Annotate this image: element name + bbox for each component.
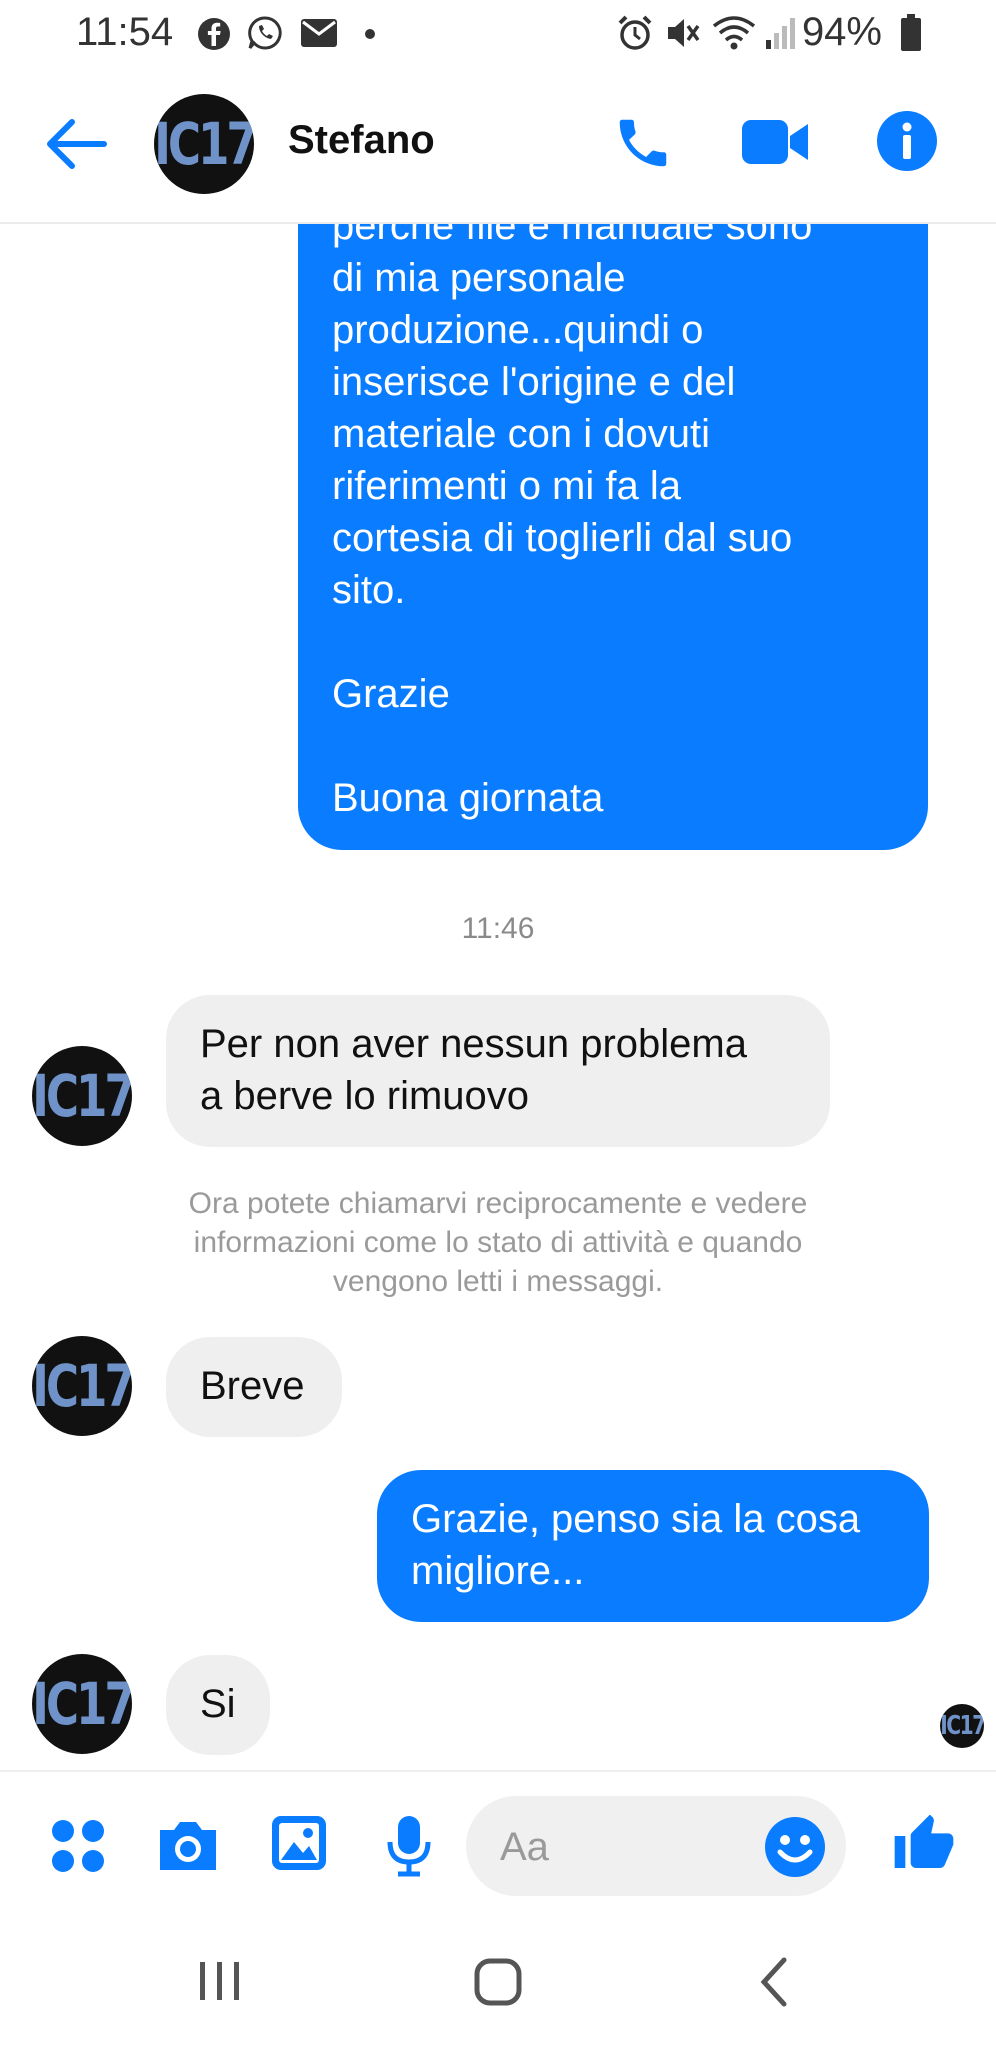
message-line: a berve lo rimuovo (200, 1074, 530, 1118)
message-timestamp: 11:46 (461, 912, 535, 945)
system-note: Ora potete chiamarvi reciprocamente e ve… (188, 1187, 808, 1298)
status-bar: 11:54 94% (0, 0, 996, 72)
battery-percentage: 94% (801, 10, 882, 54)
facebook-icon (198, 18, 230, 50)
message-line: Per non aver nessun problema (200, 1022, 747, 1066)
message-line: Grazie, penso sia la cosa (411, 1497, 861, 1541)
whatsapp-icon (248, 16, 282, 50)
alarm-icon (618, 15, 652, 50)
contact-avatar-small[interactable]: IC17 (32, 1046, 132, 1146)
message-composer (0, 1770, 996, 1922)
contact-avatar[interactable]: IC17 (154, 94, 254, 194)
seen-receipt-avatar: IC17 (940, 1704, 984, 1748)
incoming-message[interactable]: Breve (166, 1337, 342, 1437)
contact-avatar-small[interactable]: IC17 (32, 1654, 132, 1754)
navigation-bar (0, 1920, 996, 2048)
message-line: Si (200, 1682, 236, 1726)
message-line: Breve (200, 1364, 305, 1408)
like-icon[interactable] (892, 1812, 956, 1876)
status-time: 11:54 (76, 10, 174, 54)
battery-icon (901, 14, 921, 51)
message-input[interactable] (498, 1816, 752, 1878)
contact-name[interactable]: Stefano (288, 118, 435, 163)
outgoing-message-long[interactable]: perchè file e manuale sono di mia person… (298, 140, 928, 850)
wifi-icon (712, 16, 756, 50)
incoming-message[interactable]: Per non aver nessun problema a berve lo … (166, 995, 830, 1147)
message-line: produzione...quindi o (332, 308, 704, 352)
home-icon[interactable] (474, 1958, 522, 2006)
message-line: sito. (332, 568, 406, 612)
message-line: Buona giornata (332, 776, 604, 820)
mute-icon (668, 19, 700, 47)
message-line: inserisce l'origine e del (332, 360, 736, 404)
signal-icon (766, 18, 795, 49)
recent-apps-icon[interactable] (196, 1958, 244, 2004)
message-line: cortesia di toglierli dal suo (332, 516, 793, 560)
apps-icon[interactable] (50, 1818, 106, 1874)
message-line: migliore... (411, 1549, 585, 1593)
message-input-container[interactable] (466, 1796, 846, 1896)
microphone-icon[interactable] (384, 1814, 434, 1878)
video-icon[interactable] (740, 116, 810, 168)
outgoing-message[interactable]: Grazie, penso sia la cosa migliore... (377, 1470, 929, 1622)
camera-icon[interactable] (156, 1816, 220, 1874)
dot-icon (365, 29, 375, 39)
message-line: di mia personale (332, 256, 626, 300)
phone-icon[interactable] (612, 112, 674, 174)
chat-header: IC17 Stefano (0, 72, 996, 224)
mail-icon (301, 19, 337, 47)
gallery-icon[interactable] (270, 1814, 328, 1872)
arrow-left-icon[interactable] (42, 112, 110, 176)
message-line: Grazie (332, 672, 450, 716)
message-line: materiale con i dovuti (332, 412, 710, 456)
emoji-icon[interactable] (764, 1816, 826, 1878)
back-icon[interactable] (756, 1956, 792, 2008)
info-icon[interactable] (876, 110, 938, 172)
contact-avatar-small[interactable]: IC17 (32, 1336, 132, 1436)
message-line: riferimenti o mi fa la (332, 464, 681, 508)
incoming-message[interactable]: Si (166, 1655, 270, 1755)
